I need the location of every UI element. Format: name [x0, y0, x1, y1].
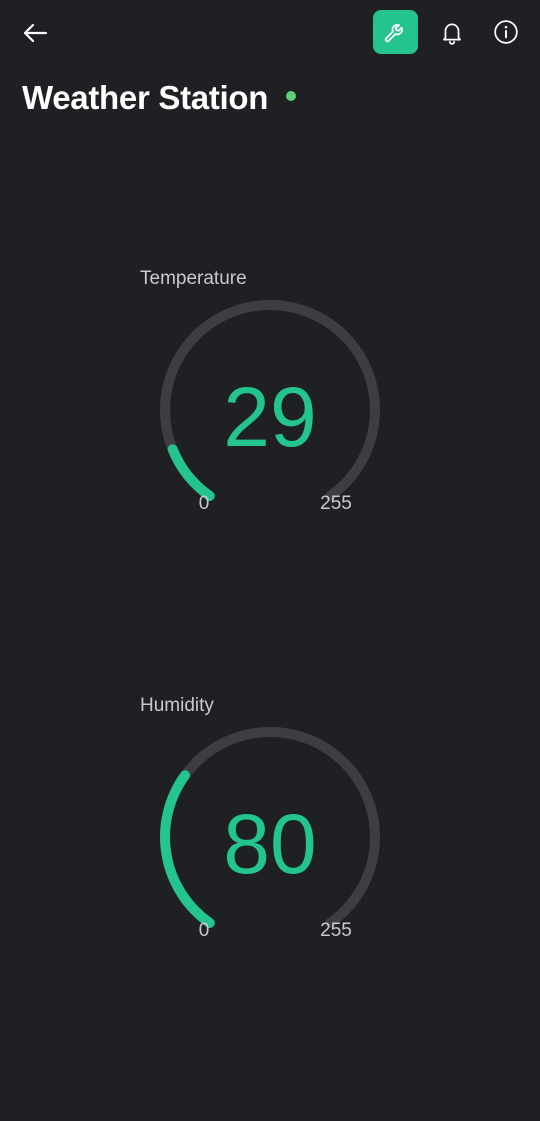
bell-icon — [443, 23, 461, 45]
humidity-gauge-widget[interactable]: Humidity 80 0 255 — [140, 695, 400, 955]
back-button[interactable] — [18, 16, 52, 50]
tools-button[interactable] — [373, 10, 418, 54]
notifications-button[interactable] — [434, 14, 470, 50]
temperature-gauge-widget[interactable]: Temperature 29 0 255 — [140, 268, 400, 528]
wrench-icon — [384, 24, 403, 43]
online-status-dot — [286, 91, 297, 101]
gauge-min-label: 0 — [198, 493, 210, 514]
top-bar — [0, 0, 540, 64]
gauge-min-label: 0 — [198, 920, 210, 941]
arrow-left-icon — [23, 23, 48, 43]
gauge-max-label: 255 — [320, 493, 352, 514]
gauge-value: 29 — [223, 370, 317, 464]
gauge-max-label: 255 — [320, 920, 352, 941]
page-title: Weather Station — [22, 79, 269, 116]
title-row: Weather Station — [22, 74, 297, 122]
info-circle-icon — [494, 20, 518, 44]
info-button[interactable] — [488, 14, 524, 50]
gauge-value: 80 — [223, 797, 317, 891]
